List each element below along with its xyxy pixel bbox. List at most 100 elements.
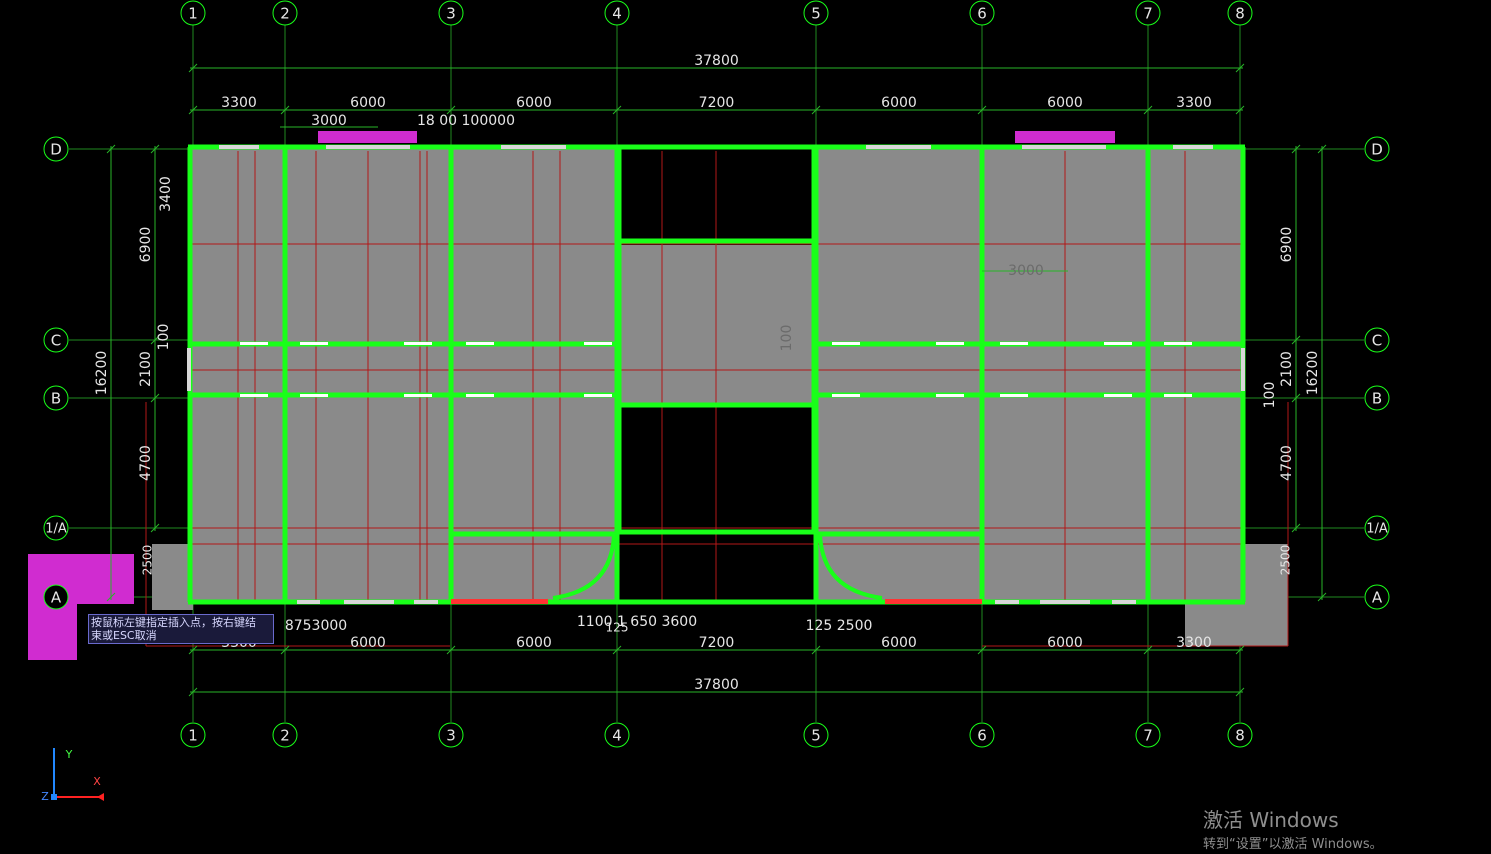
window-mid-b-4 [584, 394, 612, 397]
window-mid-b-3 [466, 394, 494, 397]
window-mid-b-6 [936, 394, 964, 397]
axis-bubble-top-6-label: 6 [977, 5, 987, 23]
watermark-subtitle: 转到“设置”以激活 Windows。 [1203, 837, 1383, 852]
dim-left-small-1: 3400 [158, 176, 174, 212]
axis-bubble-bottom-2-label: 2 [280, 727, 290, 745]
dim-bottom-extra-2: 1100 1 650 3600 [577, 614, 697, 630]
axis-bubble-bottom-6-label: 6 [977, 727, 987, 745]
dim-bottom-extra-3: 125 [606, 621, 629, 635]
dim-spans-bottom-label: 3300 [1176, 635, 1212, 651]
dim-left-parts-label: 4700 [138, 445, 154, 481]
window-mid-b-0 [240, 394, 268, 397]
window-left [187, 348, 191, 391]
cad-drawing-canvas[interactable]: 37800 3300 6000 6000 7200 6000 6000 3300 3300 600… [0, 0, 1491, 852]
axis-bubble-top-7-label: 7 [1143, 5, 1153, 23]
dim-inner-2: 100 [779, 325, 795, 352]
window-top-2 [501, 145, 566, 149]
window-mid-c-5 [832, 342, 860, 345]
window-bottom-1 [344, 600, 394, 604]
dim-spans-top-label: 3300 [221, 95, 257, 111]
dim-spans-bottom-label: 6000 [881, 635, 917, 651]
dim-spans-bottom-label: 6000 [350, 635, 386, 651]
window-mid-b-1 [300, 394, 328, 397]
dim-left-parts-label: 2100 [138, 351, 154, 387]
ucs-icon: X Y Z [41, 748, 104, 803]
dim-right-small-2: 2500 [1279, 545, 1293, 576]
window-bottom-5 [1112, 600, 1136, 604]
wall-v [616, 147, 622, 532]
magenta-block-corner [28, 554, 134, 660]
axis-bubble-top-5-label: 5 [811, 5, 821, 23]
dim-inner-1: 3000 [1008, 263, 1044, 279]
dim-right-parts-label: 2100 [1279, 351, 1295, 387]
tooltip-line-2: 束或ESC取消 [91, 629, 157, 642]
window-mid-b-8 [1104, 394, 1132, 397]
dim-spans-bottom-label: 6000 [1047, 635, 1083, 651]
dim-top-extra-1: 3000 [311, 113, 347, 129]
axis-bubble-bottom-1-label: 1 [188, 727, 198, 745]
dim-spans-top-label: 3300 [1176, 95, 1212, 111]
windows-activation-watermark: 激活 Windows 转到“设置”以激活 Windows。 [1203, 808, 1383, 854]
window-mid-b-5 [832, 394, 860, 397]
watermark-title: 激活 Windows [1203, 808, 1339, 832]
dim-spans-top-label: 6000 [1047, 95, 1083, 111]
window-bottom-0 [297, 600, 320, 604]
axis-bubble-bottom-5-label: 5 [811, 727, 821, 745]
axis-bubble-right-D-label: D [1371, 141, 1383, 159]
axis-bubble-left-D-label: D [50, 141, 62, 159]
wall-h [619, 402, 814, 408]
window-mid-c-1 [300, 342, 328, 345]
tooltip-line-1: 按鼠标左键指定插入点，按右键结 [91, 616, 256, 629]
slab-3 [152, 544, 193, 610]
axis-bubble-bottom-4-label: 4 [612, 727, 622, 745]
window-mid-b-9 [1164, 394, 1192, 397]
window-mid-c-9 [1164, 342, 1192, 345]
dim-overall-bottom-label: 37800 [694, 677, 739, 693]
wall-h [619, 529, 814, 535]
dim-top-extra-2: 18 00 100000 [417, 113, 515, 129]
axis-bubble-top-8-label: 8 [1235, 5, 1245, 23]
window-mid-c-6 [936, 342, 964, 345]
window-bottom-2 [414, 600, 438, 604]
axis-bubble-right-1/A-label: 1/A [1366, 522, 1388, 537]
window-mid-c-0 [240, 342, 268, 345]
window-top-3 [866, 145, 931, 149]
ucs-x-label: X [93, 775, 101, 788]
dim-left-parts-label: 6900 [138, 227, 154, 263]
dim-left-small-3: 2500 [141, 545, 155, 576]
ucs-y-label: Y [65, 748, 73, 761]
wall-v [811, 147, 817, 532]
axis-bubble-bottom-3-label: 3 [446, 727, 456, 745]
window-mid-b-2 [404, 394, 432, 397]
dim-overall-top-label: 37800 [694, 53, 739, 69]
axis-bubble-right-B-label: B [1372, 390, 1382, 408]
window-top-4 [1022, 145, 1106, 149]
axis-bubble-top-1-label: 1 [188, 5, 198, 23]
ucs-origin [51, 794, 57, 800]
dim-right-total-label: 16200 [1305, 351, 1321, 396]
window-mid-c-8 [1104, 342, 1132, 345]
axis-bubble-left-C-label: C [51, 332, 61, 350]
axis-bubble-bottom-7-label: 7 [1143, 727, 1153, 745]
axis-bubble-right-A-label: A [1372, 589, 1383, 607]
window-mid-c-2 [404, 342, 432, 345]
dim-right-small-1: 100 [1262, 382, 1278, 409]
dim-spans-top-label: 6000 [350, 95, 386, 111]
dim-bottom-extra-1: 8753000 [285, 618, 347, 634]
wall-h [451, 531, 616, 537]
window-top-0 [219, 145, 259, 149]
dim-spans-bottom-label: 7200 [699, 635, 735, 651]
magenta-block-top-right [1015, 131, 1115, 143]
axis-bubble-left-A-label: A [51, 589, 62, 607]
dim-bottom-extra-4: 125 2500 [806, 618, 873, 634]
dim-spans-top-label: 6000 [516, 95, 552, 111]
command-tooltip: 按鼠标左键指定插入点，按右键结 束或ESC取消 [88, 614, 274, 644]
window-bottom-3 [995, 600, 1019, 604]
dim-left-total-label: 16200 [94, 351, 110, 396]
wall-h [816, 531, 982, 537]
red-bar-right [885, 599, 982, 604]
dim-right-parts-label: 4700 [1279, 445, 1295, 481]
ucs-x-arrow [97, 793, 104, 801]
window-mid-c-4 [584, 342, 612, 345]
ucs-z-label: Z [41, 790, 49, 803]
